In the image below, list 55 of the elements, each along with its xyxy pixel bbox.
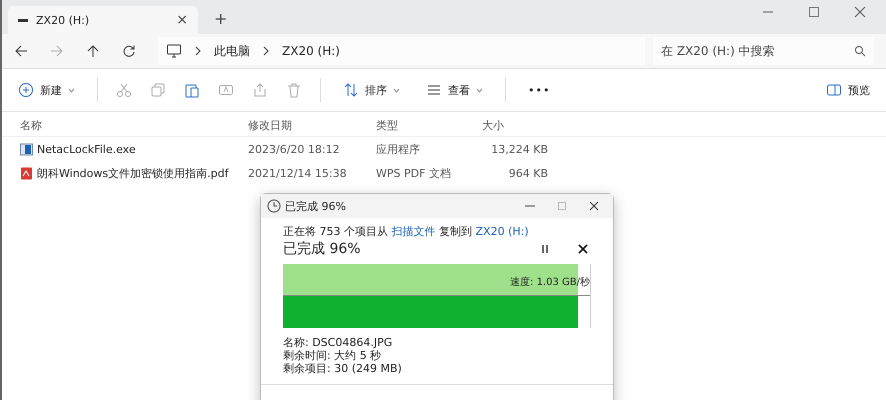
detail-text: 名称: DSC04864.JPG <box>283 336 394 349</box>
address-bar[interactable]: 此电脑 ZX20 (H:) <box>158 37 645 65</box>
column-header[interactable]: 大小 <box>474 118 548 132</box>
view-button[interactable]: 查看 <box>422 80 487 100</box>
file-name-cell[interactable]: NetacLockFile.exe <box>2 142 240 156</box>
search-field[interactable]: 在 ZX20 (H:) 中搜索 <box>653 37 874 65</box>
application-icon <box>20 142 33 156</box>
back-icon[interactable] <box>14 44 28 58</box>
progress-text: 已完成 96% <box>283 240 362 258</box>
chevron-icon <box>194 46 202 56</box>
column-header[interactable]: 类型 <box>368 118 474 132</box>
date-cell-text: 2023/6/20 18:12 <box>247 142 341 156</box>
window-tab[interactable]: ZX20 (H:) × <box>8 6 198 34</box>
clock-icon <box>267 199 281 213</box>
refresh-icon[interactable] <box>122 44 136 58</box>
copy-description: 正在将 753 个项目从 扫描文件 复制到 ZX20 (H:) <box>283 224 530 239</box>
caret-icon <box>68 88 75 92</box>
destination-link[interactable]: ZX20 (H:) <box>476 225 529 238</box>
new-tab-button[interactable]: + <box>214 9 228 28</box>
file-name-cell[interactable]: 朗科Windows文件加密锁使用指南.pdf <box>2 166 240 180</box>
tab-close-button[interactable]: × <box>176 12 188 28</box>
sort-icon <box>343 82 359 98</box>
column-header[interactable]: 名称 <box>2 118 240 132</box>
maximize-icon[interactable] <box>808 6 820 18</box>
breadcrumb-item[interactable]: ZX20 (H:) <box>282 44 340 58</box>
close-icon[interactable] <box>854 6 866 18</box>
sort-button[interactable]: 排序 <box>339 80 404 100</box>
pdf-icon <box>20 166 33 180</box>
caret-icon <box>476 88 483 92</box>
type-cell-text: 应用程序 <box>375 142 421 156</box>
new-button[interactable]: 新建 <box>14 80 79 100</box>
source-link[interactable]: 扫描文件 <box>392 225 436 238</box>
size-cell-text: 964 KB <box>508 166 548 180</box>
size-cell-text: 13,224 KB <box>490 142 548 156</box>
detail-text: 剩余时间: 大约 5 秒 <box>283 349 382 362</box>
drive-icon <box>18 18 28 22</box>
close-icon[interactable] <box>578 244 588 254</box>
date-cell-text: 2021/12/14 15:38 <box>247 166 348 180</box>
plus-circle-icon <box>18 82 34 98</box>
breadcrumb-item[interactable]: 此电脑 <box>214 42 250 60</box>
tab-title: ZX20 (H:) <box>36 14 90 26</box>
clipboard-icon[interactable] <box>184 82 200 98</box>
detail-text: 剩余项目: 30 (249 MB) <box>283 362 403 375</box>
type-cell-text: WPS PDF 文档 <box>375 166 452 180</box>
close-icon[interactable] <box>589 201 599 211</box>
pause-icon[interactable] <box>540 244 550 254</box>
more-button[interactable]: ••• <box>524 82 554 98</box>
preview-pane-icon <box>826 82 842 98</box>
caret-icon <box>393 88 400 92</box>
monitor-icon <box>166 43 182 59</box>
dialog-title: 已完成 96% <box>285 198 346 214</box>
preview-button[interactable]: 预览 <box>822 80 874 100</box>
up-icon[interactable] <box>86 44 100 58</box>
column-header[interactable]: 修改日期 <box>240 118 368 132</box>
chevron-icon <box>262 46 270 56</box>
